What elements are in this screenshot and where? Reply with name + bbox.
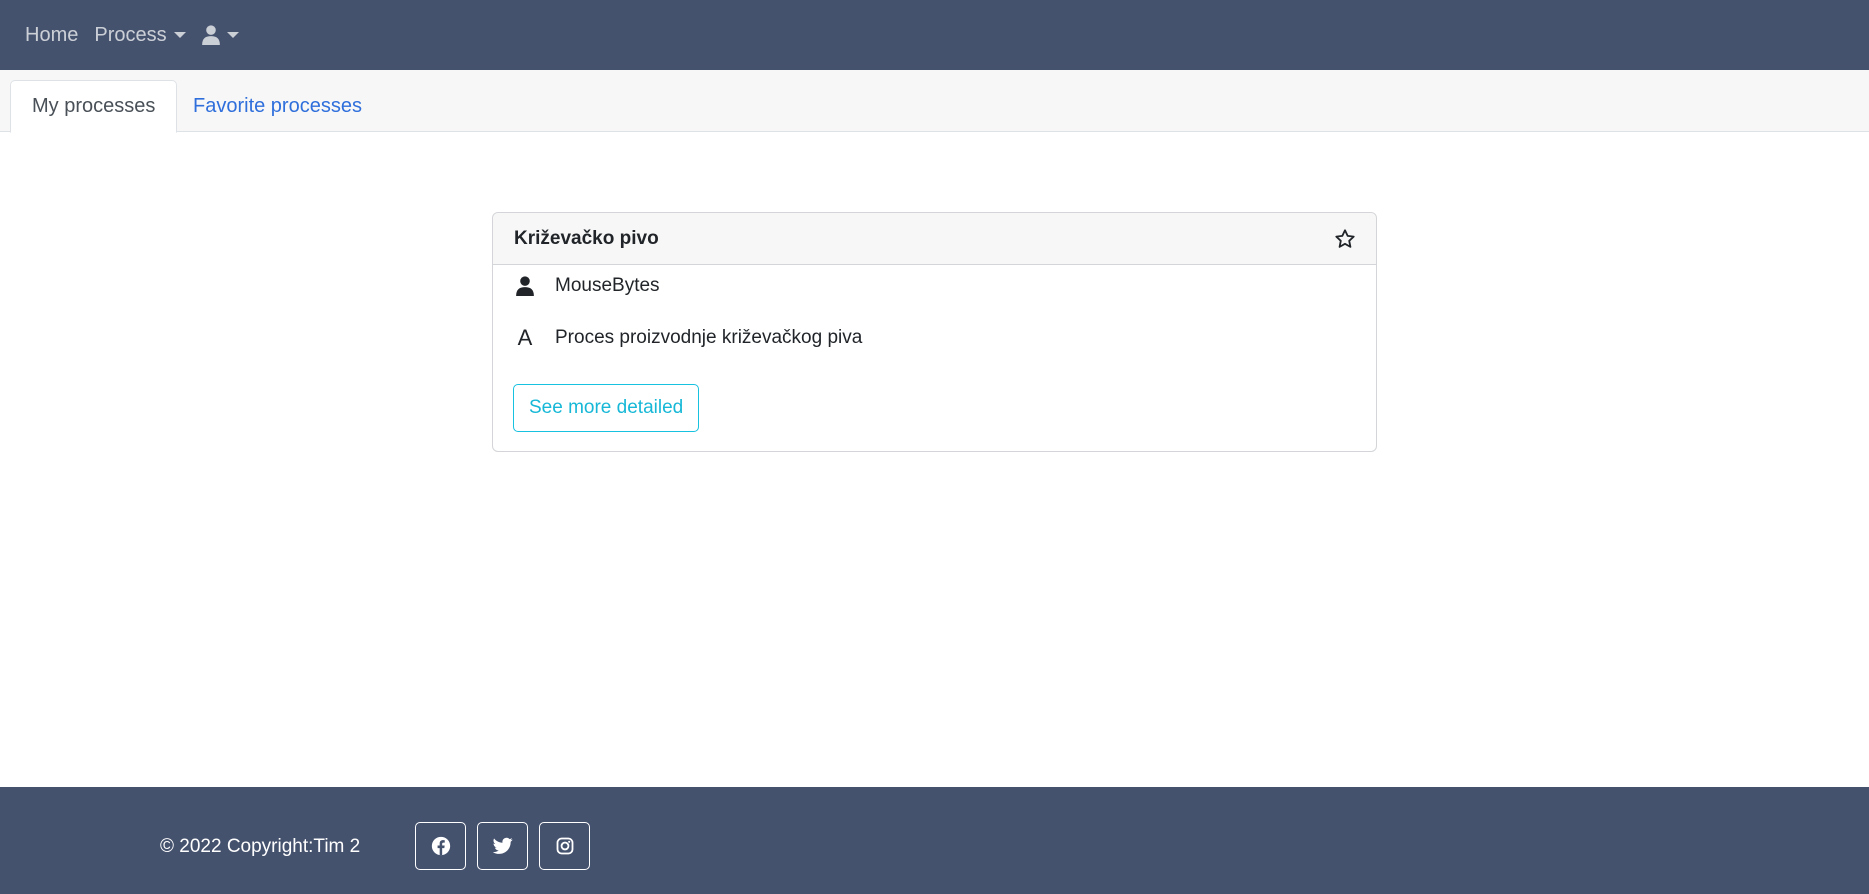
page-footer: © 2022 Copyright:Tim 2 bbox=[0, 787, 1869, 894]
user-icon bbox=[201, 25, 220, 45]
tab-favorite-processes[interactable]: Favorite processes bbox=[172, 80, 383, 133]
facebook-icon bbox=[431, 836, 450, 856]
process-author-row: MouseBytes bbox=[513, 275, 660, 297]
nav-home-link[interactable]: Home bbox=[25, 24, 78, 47]
process-tabs: My processes Favorite processes bbox=[0, 70, 1869, 133]
instagram-icon bbox=[556, 837, 573, 855]
top-navbar: Home Process bbox=[0, 0, 1869, 70]
process-description-row: A Proces proizvodnje križevačkog piva bbox=[513, 325, 863, 351]
nav-process-dropdown[interactable]: Process bbox=[94, 23, 186, 47]
nav-process-label: Process bbox=[94, 23, 167, 46]
copyright-text: © 2022 Copyright:Tim 2 bbox=[160, 836, 361, 857]
process-author: MouseBytes bbox=[555, 275, 660, 296]
facebook-link[interactable] bbox=[415, 822, 466, 870]
instagram-link[interactable] bbox=[539, 822, 590, 870]
see-more-detailed-button[interactable]: See more detailed bbox=[513, 384, 700, 432]
twitter-icon bbox=[492, 837, 513, 854]
user-menu-dropdown[interactable] bbox=[201, 25, 239, 45]
user-icon bbox=[513, 276, 537, 296]
tab-my-processes[interactable]: My processes bbox=[10, 80, 178, 133]
process-description: Proces proizvodnje križevačkog piva bbox=[555, 327, 863, 348]
process-card: Križevačko pivo MouseBytes A Proces proi… bbox=[492, 212, 1377, 452]
favorite-star-button[interactable] bbox=[1334, 228, 1356, 250]
star-outline-icon bbox=[1335, 228, 1355, 248]
process-card-header: Križevačko pivo bbox=[493, 213, 1376, 265]
chevron-down-icon bbox=[173, 32, 186, 38]
process-title: Križevačko pivo bbox=[514, 227, 659, 249]
chevron-down-icon bbox=[226, 32, 239, 38]
twitter-link[interactable] bbox=[477, 822, 528, 870]
letter-a-icon: A bbox=[517, 325, 533, 350]
